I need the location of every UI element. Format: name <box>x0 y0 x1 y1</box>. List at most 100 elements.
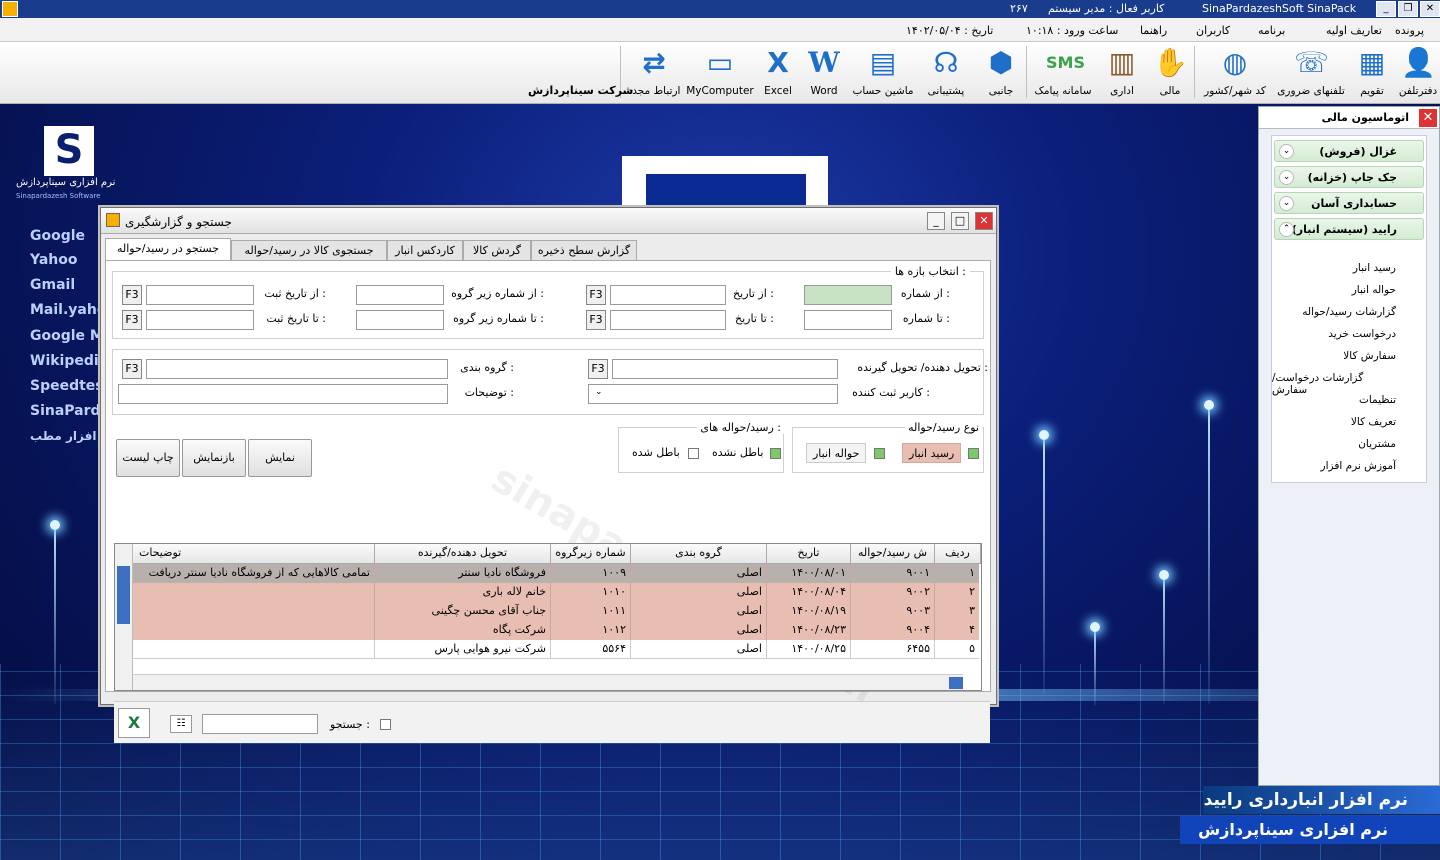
toolbar-city-code[interactable]: ◍ کد شهر/کشور <box>1200 44 1270 100</box>
col-subgroup[interactable]: شماره زیرگروه <box>551 544 631 564</box>
receipt-checkbox[interactable] <box>968 448 979 459</box>
menu-item-receipt-reports[interactable]: گزارشات رسید/حواله <box>1302 306 1396 318</box>
desktop-link-wikipedia[interactable]: Wikipedia <box>30 353 108 369</box>
export-excel-button[interactable]: X <box>118 708 150 738</box>
table-row[interactable]: شرکت پگاه ۱۰۱۲ اصلی ۱۴۰۰/۰۸/۲۳ ۹۰۰۴ ۴ <box>133 621 979 640</box>
desktop-link-googlemaps[interactable]: Google M <box>30 328 104 344</box>
toolbar-finance[interactable]: ✋ مالی <box>1150 44 1190 100</box>
table-row[interactable]: جناب آقای محسن چگینی ۱۰۱۱ اصلی ۱۴۰۰/۰۸/۱… <box>133 602 979 621</box>
tab-stock-level[interactable]: گزارش سطح ذخیره <box>531 240 637 260</box>
from-subgroup-input[interactable] <box>356 285 444 305</box>
toolbar-calculator[interactable]: ▤ ماشین حساب <box>848 44 918 100</box>
toolbar-sms[interactable]: SMS سامانه پیامک <box>1030 44 1096 100</box>
tab-search-goods[interactable]: جستجوی کالا در رسید/حواله <box>231 240 387 260</box>
hscroll-thumb[interactable] <box>949 677 963 689</box>
to-reg-date-f3-button[interactable]: F3 <box>122 310 142 330</box>
toolbar-phonebook[interactable]: 👤 دفترتلفن <box>1398 44 1438 100</box>
from-subgroup-label: از شماره زیر گروه : <box>451 287 544 300</box>
toolbar-excel[interactable]: X Excel <box>758 44 798 100</box>
menu-users[interactable]: کاربران <box>1196 24 1230 37</box>
to-date-input[interactable] <box>610 310 726 330</box>
toolbar-word[interactable]: W Word <box>804 44 844 100</box>
menu-item-transfer[interactable]: حواله انبار <box>1352 284 1396 296</box>
deliverer-input[interactable] <box>612 359 838 379</box>
dialog-close-button[interactable]: ✕ <box>975 212 993 230</box>
desktop-link-speedtest[interactable]: Speedtes <box>30 378 104 394</box>
desktop-link-sinapardazesh[interactable]: SinaParda <box>30 403 110 419</box>
dialog-minimize-button[interactable]: _ <box>927 212 945 230</box>
col-number[interactable]: ش رسید/حواله <box>851 544 935 564</box>
show-button[interactable]: نمایش <box>248 439 312 477</box>
from-reg-date-f3-button[interactable]: F3 <box>122 285 142 305</box>
tab-search-receipt[interactable]: جستجو در رسید/حواله <box>105 238 231 260</box>
quick-search-checkbox[interactable] <box>380 719 391 730</box>
transfer-checkbox[interactable] <box>874 448 885 459</box>
menu-item-settings[interactable]: تنظیمات <box>1359 394 1396 406</box>
from-date-input[interactable] <box>610 285 726 305</box>
menu-definitions[interactable]: تعاریف اولیه <box>1326 24 1382 37</box>
reshow-button[interactable]: بازنمایش <box>182 439 246 477</box>
col-group[interactable]: گروه بندی <box>631 544 767 564</box>
chevron-down-icon: ⌄ <box>1279 196 1294 211</box>
menu-file[interactable]: پرونده <box>1395 24 1424 37</box>
col-deliverer[interactable]: تحویل دهنده/گیرنده <box>375 544 551 564</box>
col-notes[interactable]: توضیحات <box>133 544 375 564</box>
scroll-thumb[interactable] <box>117 566 130 624</box>
group-f3-button[interactable]: F3 <box>122 359 142 379</box>
app-close-button[interactable]: ✕ <box>1420 1 1440 17</box>
to-number-input[interactable] <box>804 310 892 330</box>
notes-input[interactable] <box>118 384 448 404</box>
toolbar-office[interactable]: ▥ اداری <box>1100 44 1144 100</box>
group-input[interactable] <box>146 359 448 379</box>
panel-close-button[interactable]: ✕ <box>1419 109 1437 127</box>
from-number-input[interactable] <box>804 285 892 305</box>
from-reg-date-input[interactable] <box>146 285 254 305</box>
toolbar-support[interactable]: ☊ پشتیبانی <box>920 44 972 100</box>
section-jakjap[interactable]: جک جاپ (خزانه) ⌄ <box>1274 166 1424 188</box>
menu-help[interactable]: راهنما <box>1140 24 1167 37</box>
desktop-link-yahoo[interactable]: Yahoo <box>30 252 78 268</box>
brand-banner-sinapardazesh: نرم افزاری سیناپردازش <box>1180 816 1440 844</box>
vertical-scrollbar[interactable] <box>115 544 133 690</box>
desktop-link-gmail[interactable]: Gmail <box>30 277 75 293</box>
restore-button[interactable]: ❐ <box>1398 1 1418 17</box>
deliverer-f3-button[interactable]: F3 <box>588 359 608 379</box>
menu-program[interactable]: برنامه <box>1258 24 1285 37</box>
quick-search-input[interactable] <box>202 714 318 734</box>
column-chooser-button[interactable]: ☷ <box>170 715 192 733</box>
table-row[interactable]: خانم لاله باری ۱۰۱۰ اصلی ۱۴۰۰/۰۸/۰۴ ۹۰۰۲… <box>133 583 979 602</box>
to-subgroup-input[interactable] <box>356 310 444 330</box>
menu-item-receipt[interactable]: رسید انبار <box>1353 262 1396 274</box>
void-checkbox[interactable] <box>688 448 699 459</box>
col-row[interactable]: ردیف <box>935 544 981 564</box>
to-date-f3-button[interactable]: F3 <box>586 310 606 330</box>
table-row[interactable]: تمامی کالاهایی که از فروشگاه نادیا سنتر … <box>133 564 979 583</box>
from-date-f3-button[interactable]: F3 <box>586 285 606 305</box>
horizontal-scrollbar[interactable] <box>133 674 963 690</box>
menu-item-training[interactable]: آموزش نرم افزار <box>1321 460 1396 472</box>
current-date: تاریخ : ۱۴۰۲/۰۵/۰۴ <box>906 24 994 37</box>
desktop-link-google[interactable]: Google <box>30 228 85 244</box>
menu-item-order[interactable]: سفارش کالا <box>1343 350 1396 362</box>
registrar-select[interactable]: ⌄ <box>588 384 838 404</box>
not-void-checkbox[interactable] <box>770 448 781 459</box>
toolbar-mycomputer[interactable]: ▭ MyComputer <box>686 44 754 100</box>
section-accounting[interactable]: حسابداری آسان ⌄ <box>1274 192 1424 214</box>
toolbar-emergency-phones[interactable]: ☏ تلفنهای ضروری <box>1276 44 1346 100</box>
print-list-button[interactable]: چاپ لیست <box>116 439 180 477</box>
menu-item-define-goods[interactable]: تعریف کالا <box>1351 416 1396 428</box>
col-date[interactable]: تاریخ <box>767 544 851 564</box>
dialog-maximize-button[interactable]: □ <box>951 212 969 230</box>
toolbar-calendar[interactable]: ▦ تقویم <box>1352 44 1392 100</box>
section-ghazal[interactable]: غزال (فروش) ⌄ <box>1274 140 1424 162</box>
minimize-button[interactable]: _ <box>1376 1 1396 17</box>
tab-cardex[interactable]: کاردکس انبار <box>387 240 463 260</box>
toolbar-accessories[interactable]: ⬢ جانبی <box>980 44 1022 100</box>
table-row[interactable]: شرکت نیرو هوایی پارس ۵۵۶۴ اصلی ۱۴۰۰/۰۸/۲… <box>133 640 979 659</box>
menu-item-purchase-request[interactable]: درخواست خرید <box>1328 328 1396 340</box>
to-reg-date-input[interactable] <box>146 310 254 330</box>
section-raiid[interactable]: رایید (سیستم انبار) ⌃ <box>1274 218 1424 240</box>
menu-item-order-reports[interactable]: گزارشات درخواست/سفارش <box>1272 372 1396 396</box>
tab-goods-flow[interactable]: گردش کالا <box>463 240 531 260</box>
menu-item-customers[interactable]: مشتریان <box>1358 438 1396 450</box>
